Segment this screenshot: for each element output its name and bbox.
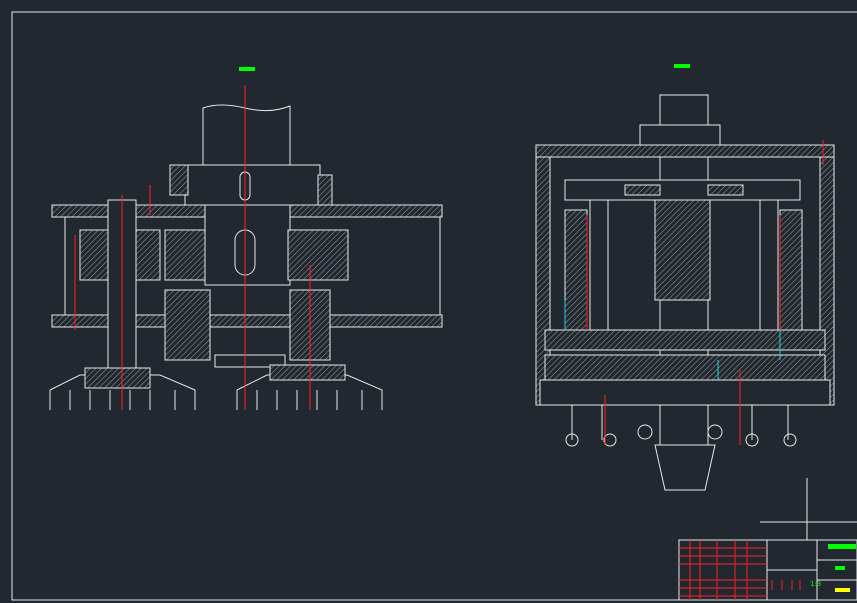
view-label-right xyxy=(674,64,690,68)
drawing-border xyxy=(11,11,857,601)
view-label-left xyxy=(239,67,255,71)
center-bit xyxy=(654,444,716,491)
scale-text: 1:3 xyxy=(810,580,821,588)
cad-drawing-canvas[interactable]: 1:3 xyxy=(0,0,857,603)
right-section-view xyxy=(535,64,835,491)
left-section-view xyxy=(49,67,443,410)
shaft xyxy=(202,104,291,166)
title-block[interactable]: 1:3 xyxy=(678,478,857,601)
